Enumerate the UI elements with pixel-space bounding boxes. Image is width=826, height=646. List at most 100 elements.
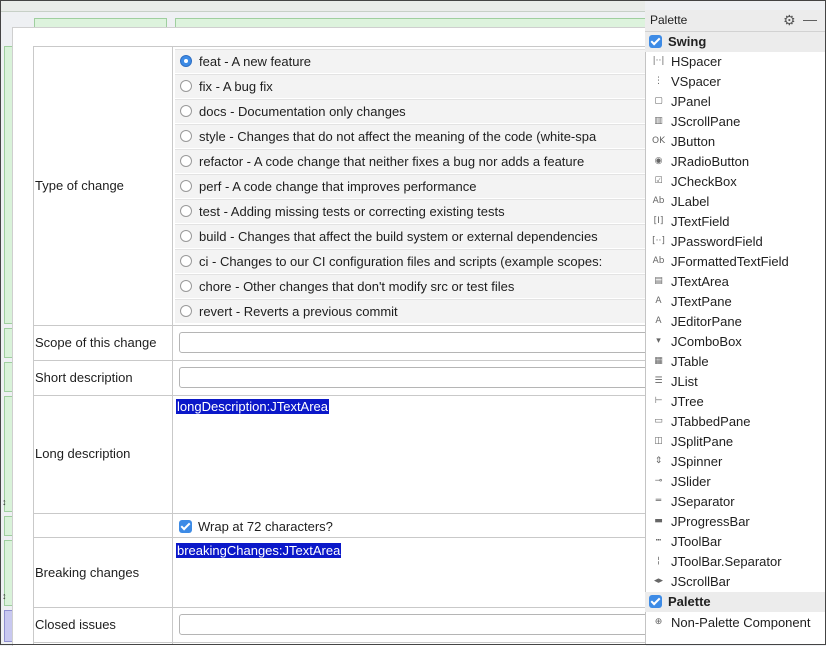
palette-item-label: JCheckBox: [671, 174, 737, 189]
palette-group-palette[interactable]: Palette: [645, 592, 826, 612]
palette-item[interactable]: ¦ JToolBar.Separator: [645, 552, 826, 572]
wrap-checkbox[interactable]: Wrap at 72 characters?: [179, 518, 333, 534]
radio-option[interactable]: test - Adding missing tests or correctin…: [175, 199, 645, 223]
list-icon: ☰: [654, 376, 663, 386]
radio-unselected-icon[interactable]: [180, 105, 192, 117]
closed-issues-label: Closed issues: [35, 617, 116, 632]
radio-option[interactable]: build - Changes that affect the build sy…: [175, 224, 645, 248]
radio-unselected-icon[interactable]: [180, 305, 192, 317]
radio-unselected-icon[interactable]: [180, 205, 192, 217]
palette-item[interactable]: ◫ JSplitPane: [645, 432, 826, 452]
grid-line: [33, 537, 645, 538]
editorpane-icon: A: [655, 316, 662, 326]
palette-item[interactable]: ⊕ Non-Palette Component: [645, 613, 826, 633]
palette-group-swing[interactable]: Swing: [645, 32, 826, 52]
palette-item[interactable]: ▾ JComboBox: [645, 332, 826, 352]
radio-option[interactable]: fix - A bug fix: [175, 74, 645, 98]
radio-unselected-icon[interactable]: [180, 255, 192, 267]
radio-option[interactable]: ci - Changes to our CI configuration fil…: [175, 249, 645, 273]
palette-item[interactable]: ◉ JRadioButton: [645, 152, 826, 172]
gear-icon[interactable]: ⚙: [783, 13, 796, 27]
palette-item-label: JTextPane: [671, 294, 732, 309]
palette-item-label: Non-Palette Component: [671, 615, 811, 630]
minimize-icon[interactable]: —: [803, 12, 817, 26]
radio-option[interactable]: chore - Other changes that don't modify …: [175, 274, 645, 298]
palette-item-label: JTabbedPane: [671, 414, 751, 429]
radio-option[interactable]: perf - A code change that improves perfo…: [175, 174, 645, 198]
resize-handle-icon[interactable]: ↕: [2, 592, 7, 601]
checkbox-checked-icon[interactable]: [649, 35, 662, 48]
palette-item[interactable]: [··] JPasswordField: [645, 232, 826, 252]
scrollpane-icon: ▥: [654, 116, 663, 126]
short-description-label: Short description: [35, 370, 133, 385]
palette-item[interactable]: ◂▸ JScrollBar: [645, 572, 826, 592]
palette-item[interactable]: ⇕ JSpinner: [645, 452, 826, 472]
palette-item[interactable]: ☑ JCheckBox: [645, 172, 826, 192]
palette-item-label: HSpacer: [671, 54, 722, 69]
palette-item[interactable]: ═ JSeparator: [645, 492, 826, 512]
palette-item[interactable]: ⊸ JSlider: [645, 472, 826, 492]
slider-icon: ⊸: [654, 476, 663, 486]
breaking-changes-textarea[interactable]: breakingChanges:JTextArea: [176, 543, 342, 558]
palette-item[interactable]: ⋮ VSpacer: [645, 72, 826, 92]
label-icon: Ab: [652, 196, 665, 206]
formattedtextfield-icon: Ab: [652, 256, 665, 266]
breaking-changes-label: Breaking changes: [35, 565, 140, 580]
radio-option[interactable]: refactor - A code change that neither fi…: [175, 149, 645, 173]
radio-unselected-icon[interactable]: [180, 80, 192, 92]
radio-option[interactable]: feat - A new feature: [175, 49, 645, 73]
panel-icon: ▢: [654, 96, 663, 106]
palette-item-label: JPasswordField: [671, 234, 763, 249]
radio-unselected-icon[interactable]: [180, 280, 192, 292]
splitpane-icon: ◫: [654, 436, 663, 446]
palette-item[interactable]: Ab JFormattedTextField: [645, 252, 826, 272]
radio-selected-icon[interactable]: [180, 55, 192, 67]
radio-option[interactable]: docs - Documentation only changes: [175, 99, 645, 123]
palette-item[interactable]: ▬ JProgressBar: [645, 512, 826, 532]
palette-item[interactable]: ┅ JToolBar: [645, 532, 826, 552]
palette-item[interactable]: ▤ JTextArea: [645, 272, 826, 292]
radio-unselected-icon[interactable]: [180, 180, 192, 192]
non-palette-component-icon: ⊕: [654, 617, 663, 627]
radio-option[interactable]: revert - Reverts a previous commit: [175, 299, 645, 323]
palette-item[interactable]: OK JButton: [645, 132, 826, 152]
grid-line: [33, 395, 645, 396]
palette-item-label: JSpinner: [671, 454, 723, 469]
palette-item[interactable]: ▭ JTabbedPane: [645, 412, 826, 432]
palette-item-label: JToolBar.Separator: [671, 554, 782, 569]
closed-issues-input[interactable]: [179, 614, 649, 635]
checkbox-checked-icon[interactable]: [649, 595, 662, 608]
toolbar-separator-icon: ¦: [656, 556, 661, 566]
checkbox-checked-icon[interactable]: [179, 520, 192, 534]
radio-option-label: docs - Documentation only changes: [199, 104, 406, 119]
palette-item[interactable]: ▢ JPanel: [645, 92, 826, 112]
palette-item[interactable]: Ab JLabel: [645, 192, 826, 212]
palette-item[interactable]: A JTextPane: [645, 292, 826, 312]
radio-option-label: refactor - A code change that neither fi…: [199, 154, 585, 169]
palette-title: Palette: [650, 13, 688, 27]
palette-item[interactable]: ☰ JList: [645, 372, 826, 392]
long-description-textarea[interactable]: longDescription:JTextArea: [176, 399, 330, 414]
radio-unselected-icon[interactable]: [180, 155, 192, 167]
radio-option[interactable]: style - Changes that do not affect the m…: [175, 124, 645, 148]
palette-item[interactable]: A JEditorPane: [645, 312, 826, 332]
passwordfield-icon: [··]: [652, 236, 665, 246]
long-description-label: Long description: [35, 446, 131, 461]
radio-unselected-icon[interactable]: [180, 130, 192, 142]
palette-item-label: JScrollPane: [671, 114, 741, 129]
radio-option-label: test - Adding missing tests or correctin…: [199, 204, 505, 219]
grid-line: [33, 513, 645, 514]
palette-item[interactable]: [I] JTextField: [645, 212, 826, 232]
resize-handle-icon[interactable]: ↕: [2, 498, 7, 507]
palette-item[interactable]: |··| HSpacer: [645, 52, 826, 72]
radio-unselected-icon[interactable]: [180, 230, 192, 242]
vspacer-icon: ⋮: [654, 76, 663, 86]
palette-item[interactable]: ▦ JTable: [645, 352, 826, 372]
radio-option-label: chore - Other changes that don't modify …: [199, 279, 515, 294]
button-icon: OK: [652, 136, 665, 146]
palette-item[interactable]: ⊢ JTree: [645, 392, 826, 412]
short-description-input[interactable]: [179, 367, 649, 388]
radio-option-label: style - Changes that do not affect the m…: [199, 129, 597, 144]
palette-item[interactable]: ▥ JScrollPane: [645, 112, 826, 132]
scope-input[interactable]: [179, 332, 649, 353]
